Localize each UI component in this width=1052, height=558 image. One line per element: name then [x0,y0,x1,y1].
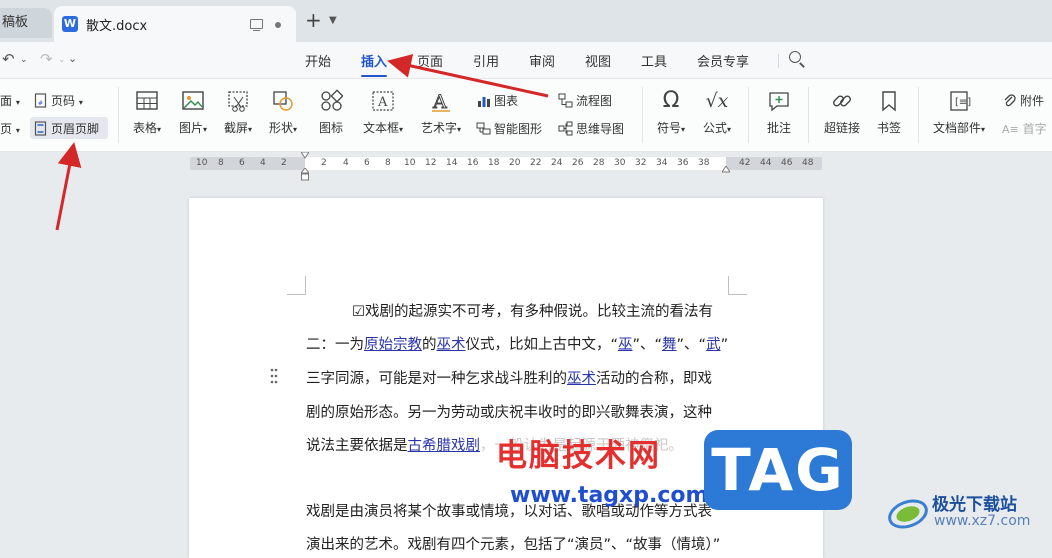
annotation-arrows [55,54,549,231]
arrow-to-insert-tab [387,54,549,98]
arrow-to-header-footer [55,142,82,231]
